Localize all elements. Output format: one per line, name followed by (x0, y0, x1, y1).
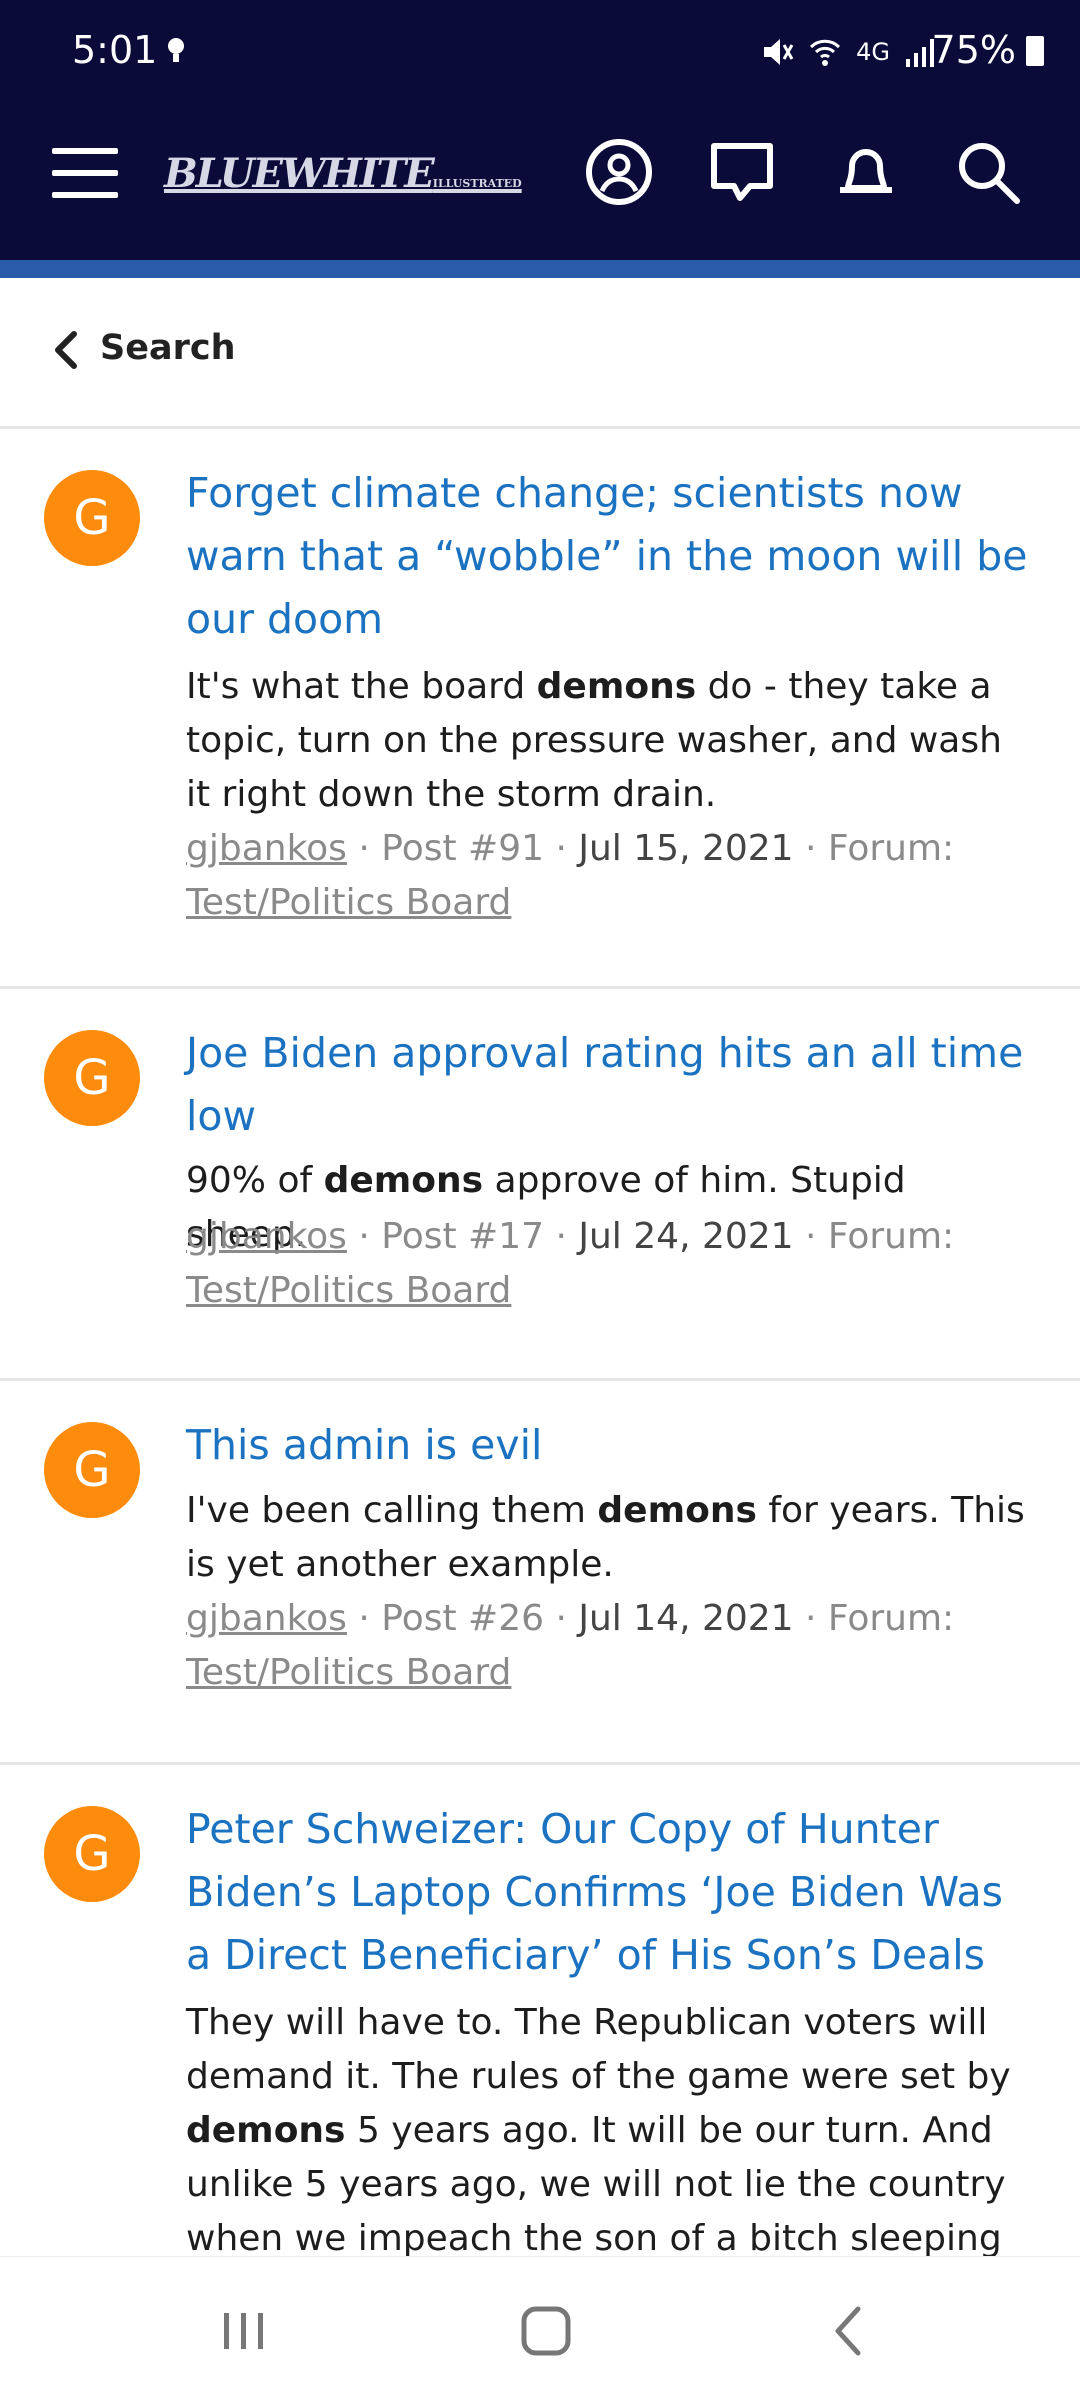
post-number: Post #91 (381, 828, 545, 869)
post-date: Jul 14, 2021 (578, 1598, 794, 1639)
search-icon[interactable] (952, 136, 1024, 208)
avatar[interactable]: G (44, 1030, 140, 1126)
battery-icon (1026, 36, 1044, 66)
search-result: G Forget climate change; scientists now … (0, 428, 1080, 989)
messages-icon[interactable] (706, 136, 778, 208)
result-title[interactable]: Forget climate change; scientists now wa… (186, 462, 1036, 651)
result-meta: gjbankos · Post #17 · Jul 24, 2021 · For… (186, 1216, 955, 1311)
post-date: Jul 15, 2021 (578, 828, 794, 869)
header-accent-stripe (0, 260, 1080, 278)
result-meta: gjbankos · Post #91 · Jul 15, 2021 · For… (186, 828, 955, 923)
forum-link[interactable]: Test/Politics Board (186, 1652, 511, 1693)
forum-link[interactable]: Test/Politics Board (186, 882, 511, 923)
mute-icon (764, 39, 794, 65)
back-label[interactable]: Search (100, 328, 236, 368)
post-number: Post #17 (381, 1216, 545, 1257)
result-snippet: I've been calling them demons for years.… (186, 1490, 1025, 1585)
search-result: G Joe Biden approval rating hits an all … (0, 988, 1080, 1381)
notification-dot-icon (168, 38, 184, 62)
status-bar: 5:01 4G 75% (0, 0, 1080, 100)
back-bar[interactable]: Search (0, 278, 1080, 429)
result-snippet: They will have to. The Republican voters… (186, 2002, 1011, 2256)
menu-icon[interactable] (52, 148, 118, 198)
search-result: G Peter Schweizer: Our Copy of Hunter Bi… (0, 1764, 1080, 2256)
site-logo[interactable]: BLUEWHITEILLUSTRATED (164, 150, 522, 197)
system-nav-bar (0, 2256, 1080, 2401)
author-link[interactable]: gjbankos (186, 1216, 347, 1257)
highlight-term: demons (597, 1490, 757, 1531)
back-nav-icon[interactable] (820, 2301, 880, 2361)
author-link[interactable]: gjbankos (186, 828, 347, 869)
search-result: G This admin is evil I've been calling t… (0, 1380, 1080, 1765)
home-icon[interactable] (516, 2301, 576, 2361)
status-time: 5:01 (72, 28, 158, 72)
author-link[interactable]: gjbankos (186, 1598, 347, 1639)
recent-apps-icon[interactable] (214, 2301, 274, 2361)
account-icon[interactable] (583, 136, 655, 208)
highlight-term: demons (323, 1160, 484, 1201)
highlight-term: demons (186, 2110, 346, 2151)
avatar[interactable]: G (44, 470, 140, 566)
avatar[interactable]: G (44, 1422, 140, 1518)
forum-label: Forum: (827, 1216, 955, 1257)
forum-label: Forum: (827, 828, 955, 869)
post-number: Post #26 (381, 1598, 545, 1639)
result-meta: gjbankos · Post #26 · Jul 14, 2021 · For… (186, 1598, 955, 1693)
highlight-term: demons (536, 666, 697, 707)
post-date: Jul 24, 2021 (578, 1216, 794, 1257)
result-snippet: It's what the board demons do - they tak… (186, 666, 1002, 815)
forum-link[interactable]: Test/Politics Board (186, 1270, 511, 1311)
chevron-left-icon[interactable] (50, 328, 80, 372)
wifi-icon (810, 39, 841, 66)
result-title[interactable]: Joe Biden approval rating hits an all ti… (186, 1022, 1036, 1148)
result-title[interactable]: This admin is evil (186, 1414, 1036, 1477)
alerts-icon[interactable] (830, 136, 902, 208)
status-icons: 4G (760, 30, 938, 74)
result-title[interactable]: Peter Schweizer: Our Copy of Hunter Bide… (186, 1798, 1036, 1987)
app-header (0, 100, 1080, 260)
forum-label: Forum: (827, 1598, 955, 1639)
network-type: 4G (856, 38, 890, 66)
avatar[interactable]: G (44, 1806, 140, 1902)
battery-percent: 75% (931, 28, 1016, 72)
